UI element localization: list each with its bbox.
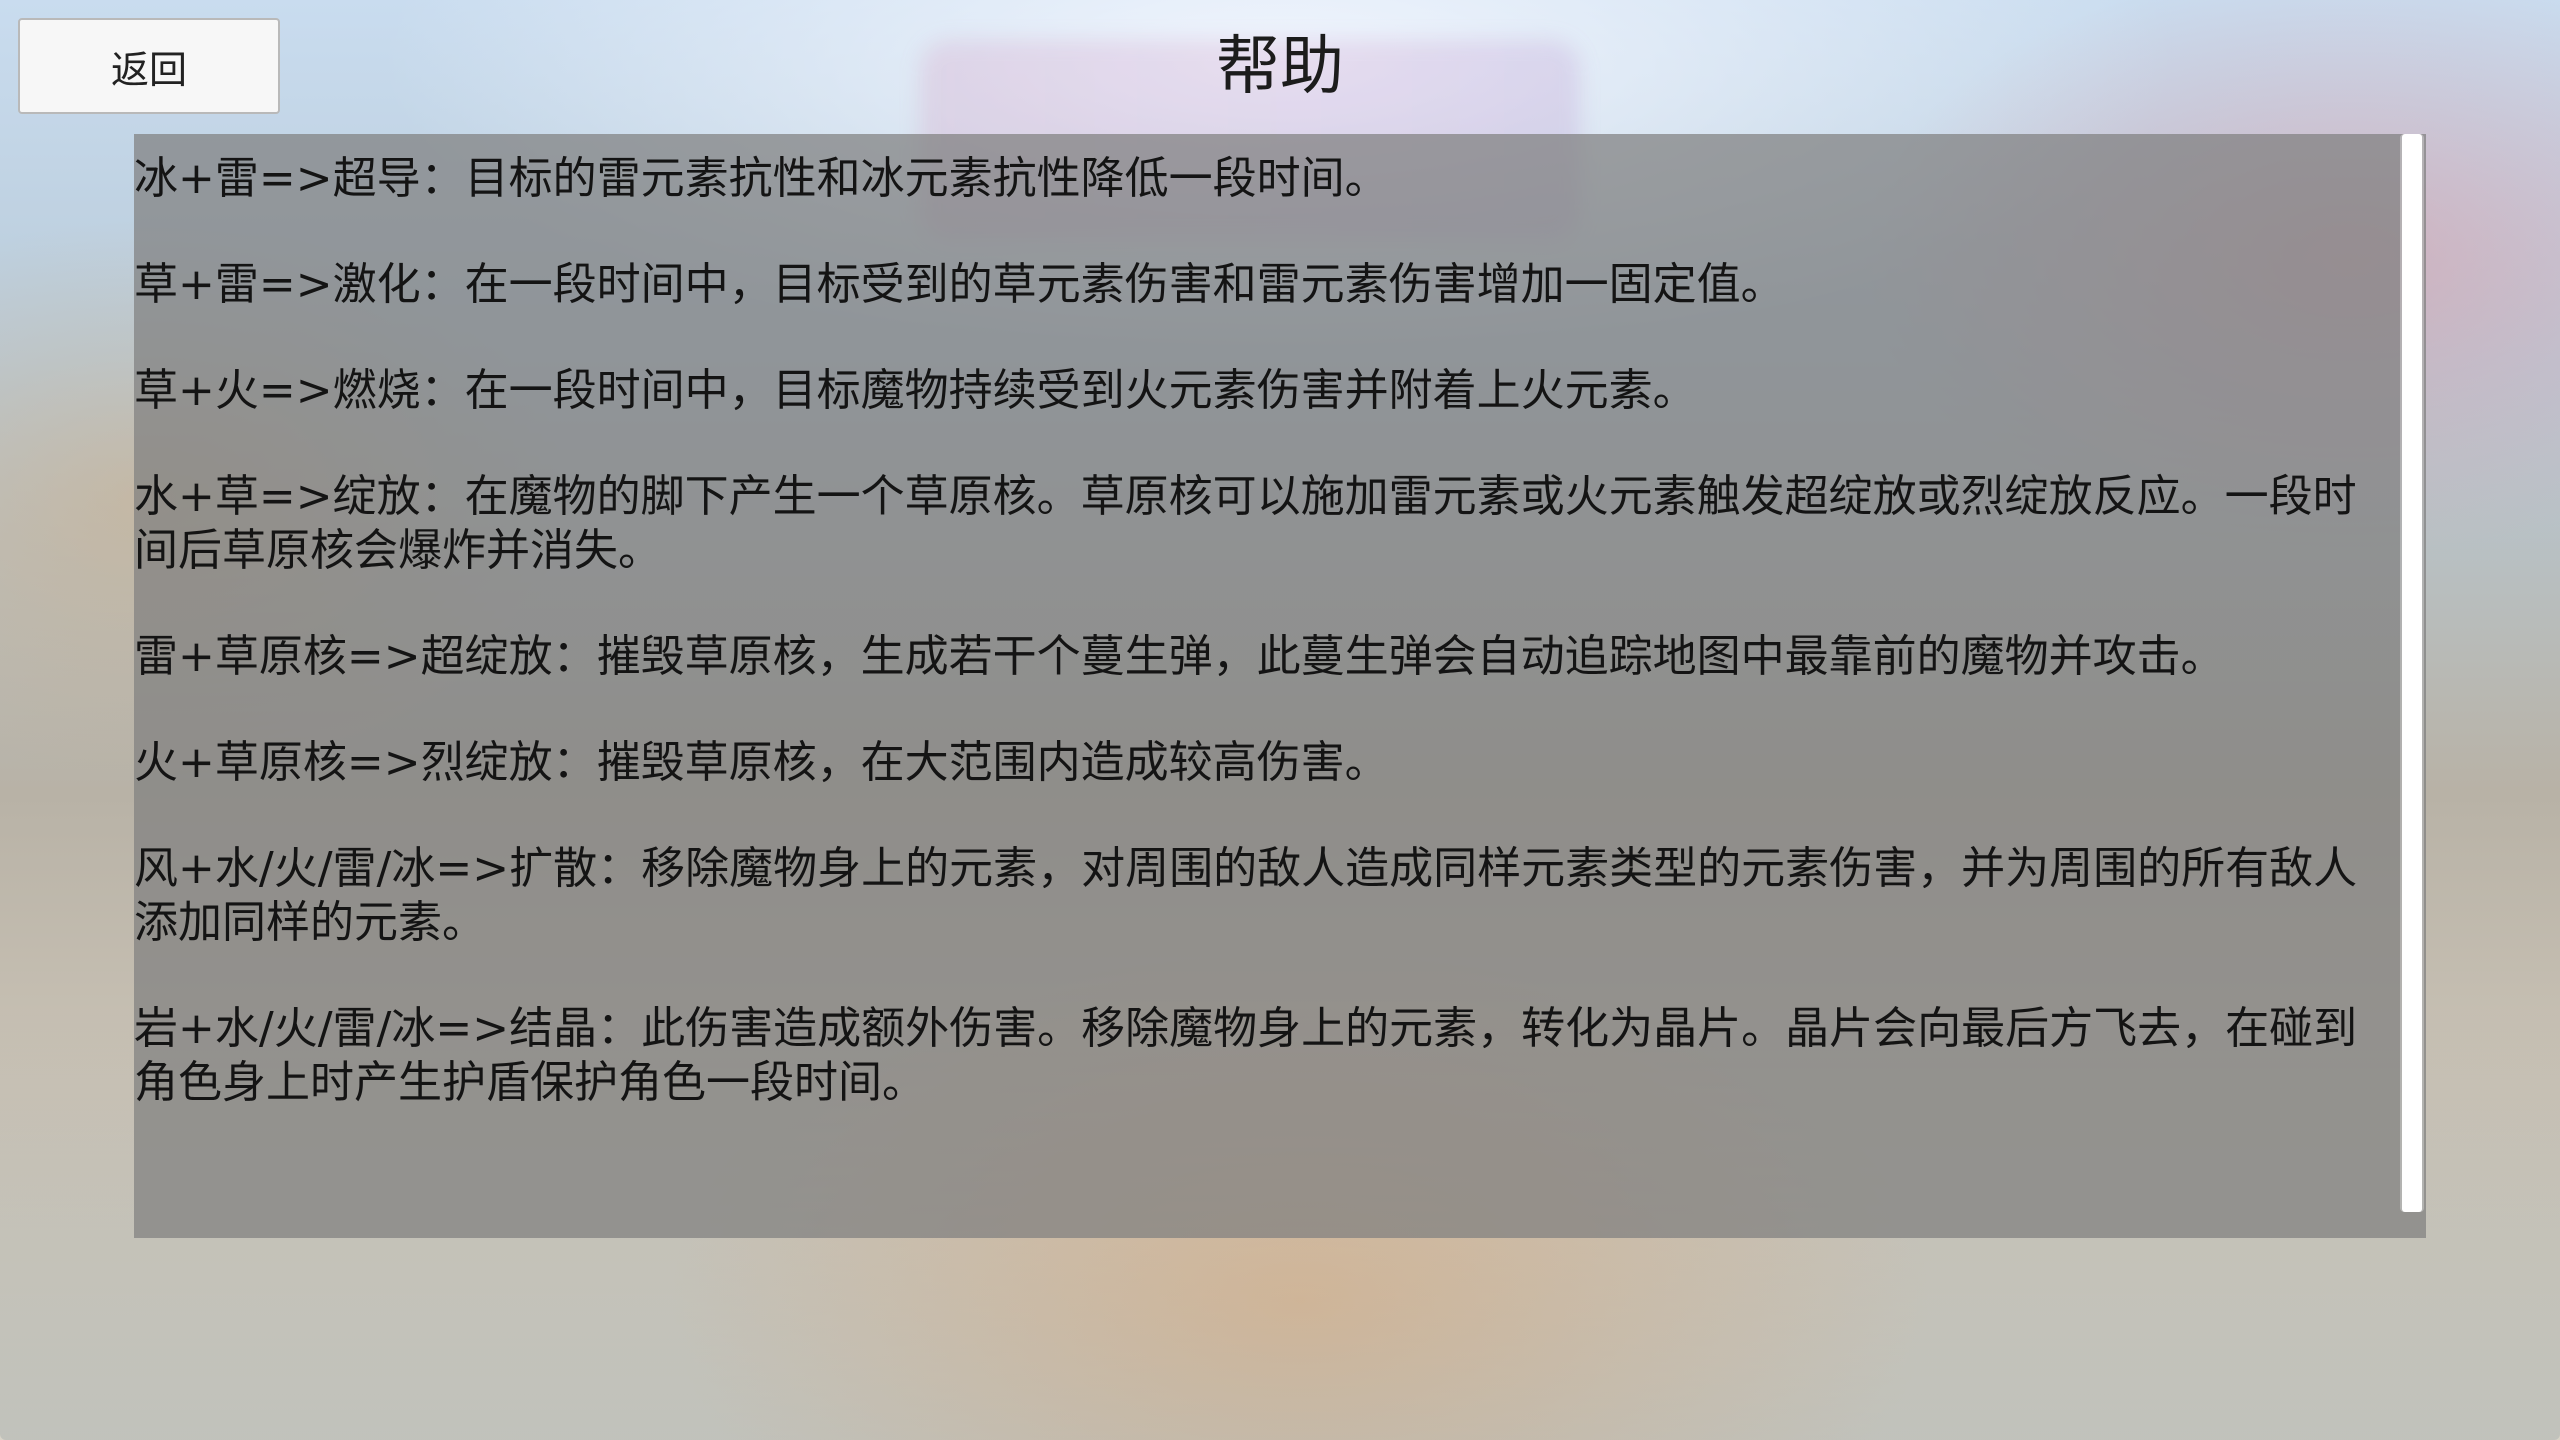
app-window: 返回 帮助 冰+雷=>超导：目标的雷元素抗性和冰元素抗性降低一段时间。 草+雷=… <box>0 0 2560 1440</box>
help-item-burgeon: 火+草原核=>烈绽放：摧毁草原核，在大范围内造成较高伤害。 <box>134 737 1389 788</box>
help-item-bloom: 水+草=>绽放：在魔物的脚下产生一个草原核。草原核可以施加雷元素或火元素触发超绽… <box>134 471 2357 576</box>
help-item-superconduct: 冰+雷=>超导：目标的雷元素抗性和冰元素抗性降低一段时间。 <box>134 153 1389 204</box>
help-text-list[interactable]: 冰+雷=>超导：目标的雷元素抗性和冰元素抗性降低一段时间。 草+雷=>激化：在一… <box>134 134 2384 1238</box>
help-item-swirl: 风+水/火/雷/冰=>扩散：移除魔物身上的元素，对周围的敌人造成同样元素类型的元… <box>134 843 2358 948</box>
page-title: 帮助 <box>1216 30 1344 104</box>
help-panel: 冰+雷=>超导：目标的雷元素抗性和冰元素抗性降低一段时间。 草+雷=>激化：在一… <box>134 134 2426 1238</box>
scrollbar-thumb[interactable] <box>2402 134 2422 1212</box>
help-item-burning: 草+火=>燃烧：在一段时间中，目标魔物持续受到火元素伤害并附着上火元素。 <box>134 365 1697 416</box>
help-item-crystallize: 岩+水/火/雷/冰=>结晶：此伤害造成额外伤害。移除魔物身上的元素，转化为晶片。… <box>134 1003 2358 1108</box>
help-item-quicken: 草+雷=>激化：在一段时间中，目标受到的草元素伤害和雷元素伤害增加一固定值。 <box>134 259 1785 310</box>
back-button[interactable]: 返回 <box>18 18 280 114</box>
vertical-scrollbar[interactable] <box>2400 134 2424 1212</box>
help-item-hyperbloom: 雷+草原核=>超绽放：摧毁草原核，生成若干个蔓生弹，此蔓生弹会自动追踪地图中最靠… <box>134 631 2225 682</box>
